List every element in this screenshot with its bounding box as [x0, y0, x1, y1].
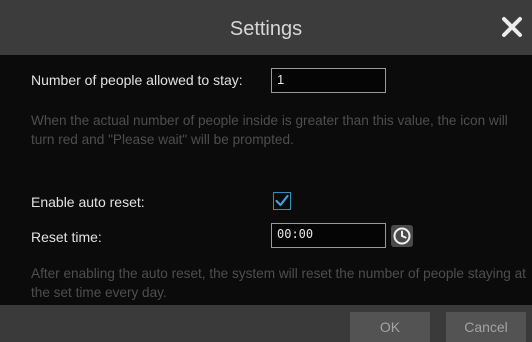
settings-dialog: Settings Number of people allowed to sta…	[0, 0, 532, 342]
dialog-footer: OK Cancel	[0, 305, 532, 342]
people-limit-input[interactable]: 1	[271, 68, 386, 93]
ok-button[interactable]: OK	[350, 312, 430, 342]
close-icon[interactable]	[501, 16, 523, 38]
auto-reset-checkbox[interactable]	[273, 192, 291, 210]
clock-icon[interactable]	[391, 225, 413, 247]
checkmark-icon	[275, 194, 289, 207]
reset-time-label: Reset time:	[31, 229, 102, 245]
people-limit-label: Number of people allowed to stay:	[31, 72, 243, 88]
reset-time-input[interactable]: 00:00	[271, 223, 386, 248]
people-limit-note: When the actual number of people inside …	[31, 113, 508, 147]
auto-reset-label: Enable auto reset:	[31, 194, 145, 210]
cancel-button[interactable]: Cancel	[446, 312, 526, 342]
reset-time-note: After enabling the auto reset, the syste…	[31, 266, 526, 300]
settings-content: Number of people allowed to stay: 1 When…	[0, 55, 532, 305]
dialog-title: Settings	[229, 18, 303, 40]
title-bar: Settings	[0, 0, 532, 55]
